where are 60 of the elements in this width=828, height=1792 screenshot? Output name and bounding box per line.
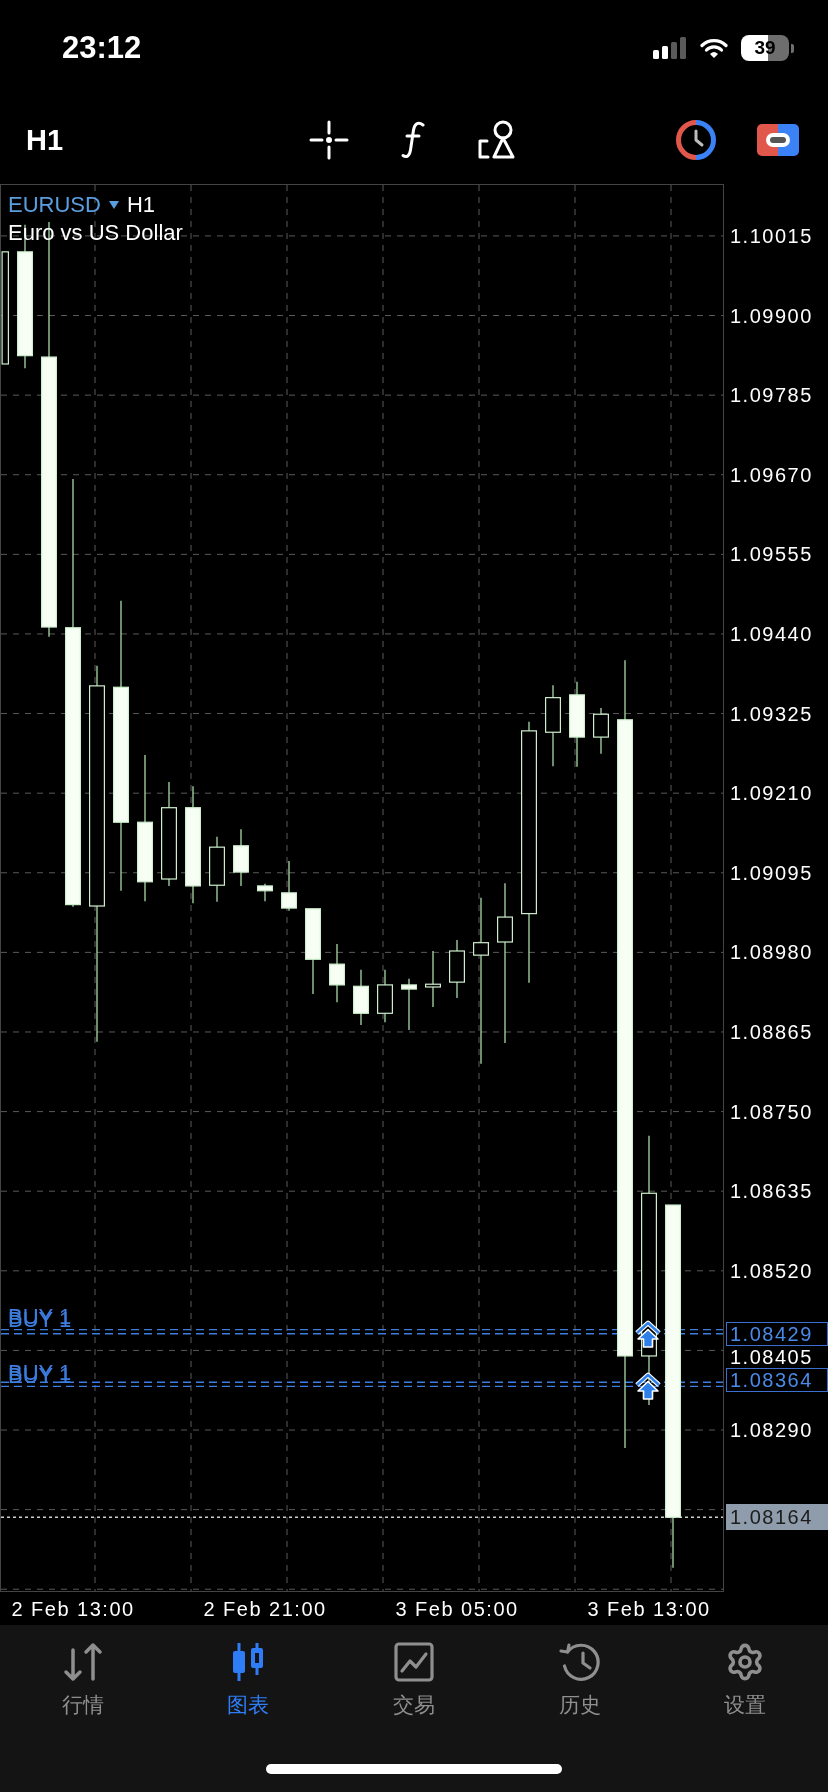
signal-icon (653, 37, 687, 59)
price-label: 1.10015 (730, 225, 813, 246)
price-label: 1.09900 (730, 305, 813, 326)
up-arrow-icon (635, 1320, 661, 1348)
price-label: 1.09670 (730, 464, 813, 485)
tab-bar-item[interactable]: 行情 (0, 1625, 166, 1718)
clock-time: 23:12 (62, 30, 142, 66)
symbol-selector[interactable]: EURUSD (8, 191, 119, 219)
candlestick (257, 883, 273, 902)
order-label: BUY 1 (8, 1359, 72, 1387)
price-label: 1.09325 (730, 703, 813, 724)
order-label: BUY 1 (8, 1303, 72, 1331)
toggle-icon (757, 124, 799, 156)
wifi-icon (700, 37, 728, 59)
order-price-tag: 1.08364 (726, 1368, 828, 1392)
tab-bar-item[interactable]: 图表 (165, 1625, 332, 1718)
candlestick (401, 978, 417, 1031)
price-label: 1.08290 (730, 1420, 813, 1440)
time-label: 2 Feb 13:00 (11, 1597, 135, 1621)
price-label: 1.09785 (730, 385, 813, 406)
price-label: 1.09440 (730, 623, 813, 644)
crosshair-icon (309, 120, 349, 160)
tab-bar-item[interactable]: 历史 (496, 1625, 663, 1718)
candlestick (209, 836, 225, 903)
caret-icon (108, 201, 119, 209)
function-icon (401, 121, 425, 159)
timeframe-button[interactable]: H1 (26, 123, 64, 157)
candlestick (329, 943, 345, 1003)
clock-icon (676, 120, 716, 160)
price-label: 1.08980 (730, 942, 813, 963)
candlestick (593, 707, 609, 755)
price-label: 1.08865 (730, 1021, 813, 1042)
line-chart-icon (394, 1642, 434, 1682)
history-icon (558, 1642, 601, 1682)
order-price-tag: 1.08429 (726, 1322, 828, 1346)
crosshair-button[interactable] (307, 118, 351, 162)
price-label: 1.09210 (730, 783, 813, 804)
candlestick (449, 939, 465, 999)
current-price-tag: 1.08164 (726, 1504, 828, 1531)
price-label: 1.09555 (730, 544, 813, 565)
candlestick (353, 969, 369, 1026)
time-label: 2 Feb 21:00 (203, 1597, 327, 1621)
price-label: 1.08635 (730, 1181, 813, 1202)
tab-bar-item[interactable]: 交易 (331, 1625, 497, 1718)
candlestick (281, 860, 297, 912)
candlestick (377, 969, 393, 1023)
price-label: 1.08405 (730, 1347, 813, 1368)
shapes-icon (477, 120, 517, 160)
up-arrow-icon (635, 1372, 661, 1400)
price-label: 1.09095 (730, 862, 813, 883)
tab-bar-item[interactable]: 设置 (662, 1625, 828, 1718)
candlestick (425, 950, 441, 1008)
time-label: 3 Feb 05:00 (395, 1597, 519, 1621)
price-label: 1.08750 (730, 1101, 813, 1122)
candlestick (233, 828, 249, 887)
timeframe-label: H1 (126, 191, 156, 219)
time-label: 3 Feb 13:00 (587, 1597, 711, 1621)
period-button[interactable] (674, 118, 718, 162)
arrows-up-down-icon (62, 1642, 103, 1682)
price-label: 1.08520 (730, 1260, 813, 1281)
